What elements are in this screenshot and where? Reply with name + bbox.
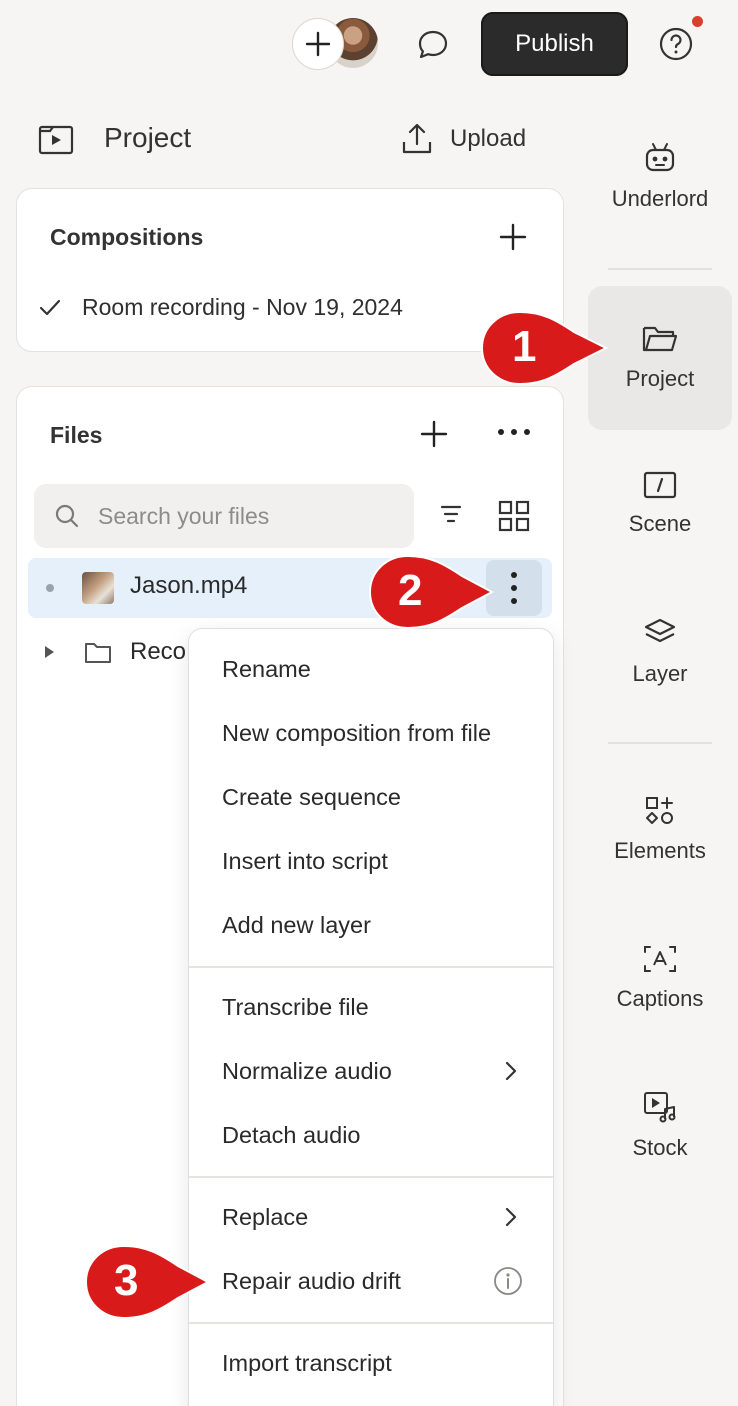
callout-pointer-icon — [480, 310, 608, 386]
comments-button[interactable] — [410, 22, 456, 68]
menu-create-sequence[interactable]: Create sequence — [189, 765, 553, 829]
elements-icon — [646, 797, 673, 824]
rail-label: Scene — [628, 511, 692, 536]
rail-project[interactable]: Project — [588, 286, 732, 430]
menu-label: Add new layer — [222, 911, 371, 938]
scene-icon — [643, 471, 677, 499]
rail-scene[interactable]: Scene — [588, 432, 732, 576]
search-icon — [55, 504, 79, 528]
callout-number: 3 — [114, 1256, 139, 1305]
add-composition-button[interactable] — [498, 222, 528, 252]
menu-label: Insert into script — [222, 847, 388, 874]
rail-label: Stock — [632, 1135, 688, 1160]
publish-button[interactable]: Publish — [481, 12, 628, 76]
folder-name[interactable]: Reco — [130, 638, 186, 666]
chevron-right-icon — [505, 1207, 517, 1227]
menu-new-composition[interactable]: New composition from file — [189, 701, 553, 765]
compositions-heading: Compositions — [50, 224, 204, 250]
file-status-dot — [46, 584, 54, 592]
checkmark-icon — [38, 298, 62, 318]
menu-insert-into-script[interactable]: Insert into script — [189, 829, 553, 893]
rail-label: Project — [625, 366, 695, 391]
expand-caret-icon[interactable] — [42, 644, 56, 660]
menu-label: Normalize audio — [222, 1057, 392, 1084]
rail-label: Layer — [632, 661, 688, 686]
grid-icon — [498, 500, 530, 532]
menu-label: Replace — [222, 1203, 309, 1230]
rail-captions[interactable]: Captions — [588, 906, 732, 1050]
menu-label: Repair audio drift — [222, 1267, 401, 1294]
robot-icon — [645, 143, 675, 172]
rail-underlord[interactable]: Underlord — [588, 104, 732, 248]
menu-normalize-audio[interactable]: Normalize audio — [189, 1039, 553, 1103]
layers-icon — [644, 618, 676, 643]
filter-lines-icon — [440, 505, 462, 523]
rail-label: Captions — [616, 986, 704, 1011]
files-more-button[interactable] — [496, 426, 532, 438]
panel-title: Project — [104, 122, 192, 153]
menu-add-new-layer[interactable]: Add new layer — [189, 893, 553, 957]
captions-icon — [644, 946, 676, 972]
menu-label: Rename — [222, 655, 311, 682]
upload-icon — [402, 123, 432, 154]
menu-replace[interactable]: Replace — [189, 1185, 553, 1249]
callout-number: 2 — [398, 566, 423, 615]
file-thumbnail — [82, 572, 114, 604]
callout-pointer-icon — [368, 554, 494, 630]
more-horizontal-icon — [498, 429, 530, 435]
menu-divider — [189, 966, 553, 968]
rail-stock[interactable]: Stock — [588, 1054, 732, 1198]
menu-rename[interactable]: Rename — [189, 637, 553, 701]
menu-label: Detach audio — [222, 1121, 361, 1148]
plus-icon — [420, 420, 448, 448]
upload-button[interactable]: Upload — [400, 122, 526, 156]
file-name[interactable]: Jason.mp4 — [130, 572, 247, 600]
search-input[interactable] — [98, 502, 388, 530]
menu-detach-audio[interactable]: Detach audio — [189, 1103, 553, 1167]
rail-label: Underlord — [611, 186, 709, 211]
menu-transcribe-file[interactable]: Transcribe file — [189, 975, 553, 1039]
menu-divider — [189, 1176, 553, 1178]
notification-dot — [692, 16, 703, 27]
add-file-button[interactable] — [420, 420, 448, 448]
question-circle-icon — [659, 27, 693, 61]
chevron-right-icon — [505, 1061, 517, 1081]
callout-2-badge: 2 — [368, 552, 494, 632]
callout-1-badge: 1 — [480, 308, 608, 388]
menu-repair-audio-drift[interactable]: Repair audio drift — [189, 1249, 553, 1313]
file-search-box[interactable] — [34, 484, 414, 548]
project-video-icon — [38, 124, 74, 156]
info-circle-icon[interactable] — [493, 1266, 523, 1296]
help-button[interactable] — [656, 24, 696, 64]
file-context-menu: Rename New composition from file Create … — [188, 628, 554, 1406]
grid-view-button[interactable] — [498, 500, 530, 532]
callout-number: 1 — [512, 322, 537, 371]
stock-media-icon — [644, 1092, 676, 1123]
filter-button[interactable] — [436, 502, 466, 526]
menu-label: Create sequence — [222, 783, 401, 810]
rail-layer[interactable]: Layer — [588, 580, 732, 724]
upload-label: Upload — [450, 125, 527, 152]
rail-elements[interactable]: Elements — [588, 758, 732, 902]
more-vertical-icon — [511, 572, 517, 604]
callout-pointer-icon — [84, 1244, 210, 1320]
menu-label: Import transcript — [222, 1349, 392, 1376]
rail-label: Elements — [614, 838, 706, 863]
callout-3-badge: 3 — [84, 1242, 210, 1322]
menu-label: Transcribe file — [222, 993, 369, 1020]
composition-item[interactable]: Room recording - Nov 19, 2024 — [82, 294, 403, 321]
chat-bubble-icon — [418, 30, 448, 59]
folder-icon — [642, 326, 678, 352]
folder-icon — [84, 640, 112, 664]
menu-import-transcript[interactable]: Import transcript — [189, 1331, 553, 1395]
files-heading: Files — [50, 422, 103, 448]
menu-label: New composition from file — [222, 719, 492, 746]
rail-divider — [608, 742, 712, 744]
rail-divider — [608, 268, 712, 270]
menu-divider — [189, 1322, 553, 1324]
plus-icon — [499, 223, 527, 251]
file-options-button[interactable] — [486, 560, 542, 616]
plus-icon — [305, 31, 331, 57]
add-collaborator-button[interactable] — [292, 18, 344, 70]
